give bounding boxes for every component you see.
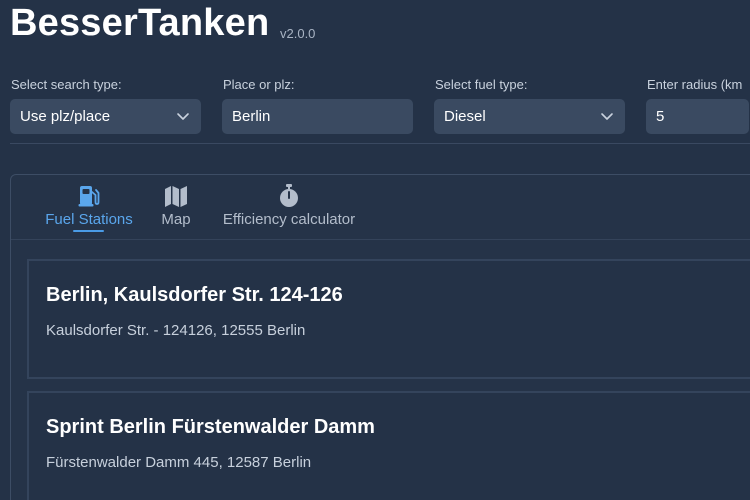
station-name: Berlin, Kaulsdorfer Str. 124-126 bbox=[46, 284, 343, 306]
tabs-divider bbox=[11, 239, 750, 240]
search-type-label: Select search type: bbox=[11, 77, 122, 92]
station-card[interactable]: Berlin, Kaulsdorfer Str. 124-126 Kaulsdo… bbox=[27, 259, 750, 379]
station-card[interactable]: Sprint Berlin Fürstenwalder Damm Fürsten… bbox=[27, 391, 750, 500]
chevron-down-icon bbox=[601, 113, 613, 120]
station-address: Kaulsdorfer Str. - 124126, 12555 Berlin bbox=[46, 322, 306, 339]
active-tab-indicator bbox=[73, 230, 104, 232]
radius-control: Enter radius (km 5 bbox=[646, 77, 749, 134]
chevron-down-icon bbox=[177, 113, 189, 120]
search-type-select[interactable]: Use plz/place bbox=[10, 99, 201, 134]
tab-fuel-stations-label: Fuel Stations bbox=[45, 211, 133, 228]
map-icon bbox=[165, 186, 187, 207]
tab-efficiency-calculator-label: Efficiency calculator bbox=[222, 211, 356, 228]
fuel-type-select[interactable]: Diesel bbox=[434, 99, 625, 134]
place-control: Place or plz: Berlin bbox=[222, 77, 413, 134]
radius-label: Enter radius (km bbox=[647, 77, 743, 92]
tab-map[interactable]: Map bbox=[156, 183, 196, 228]
tab-fuel-stations[interactable]: Fuel Stations bbox=[41, 183, 137, 232]
app-window: BesserTanken v2.0.0 Select search type: … bbox=[0, 0, 750, 500]
tab-efficiency-calculator[interactable]: Efficiency calculator bbox=[213, 183, 365, 228]
divider bbox=[10, 143, 750, 144]
place-value: Berlin bbox=[232, 108, 271, 125]
station-name: Sprint Berlin Fürstenwalder Damm bbox=[46, 416, 375, 438]
search-controls: Select search type: Use plz/place Place … bbox=[0, 0, 750, 145]
tab-bar: Fuel Stations Map Efficiency calculator bbox=[11, 175, 750, 239]
fuel-type-label: Select fuel type: bbox=[435, 77, 528, 92]
stopwatch-icon bbox=[280, 184, 298, 207]
radius-value: 5 bbox=[656, 108, 665, 125]
search-type-control: Select search type: Use plz/place bbox=[10, 77, 201, 134]
fuel-type-value: Diesel bbox=[444, 108, 486, 125]
place-label: Place or plz: bbox=[223, 77, 295, 92]
station-address: Fürstenwalder Damm 445, 12587 Berlin bbox=[46, 454, 312, 471]
fuel-type-control: Select fuel type: Diesel bbox=[434, 77, 625, 134]
search-type-value: Use plz/place bbox=[20, 108, 111, 125]
radius-input[interactable]: 5 bbox=[646, 99, 749, 134]
place-input[interactable]: Berlin bbox=[222, 99, 413, 134]
fuel-pump-icon bbox=[78, 186, 100, 207]
results-panel: Fuel Stations Map Efficiency calculator … bbox=[10, 174, 750, 500]
tab-map-label: Map bbox=[161, 211, 191, 228]
